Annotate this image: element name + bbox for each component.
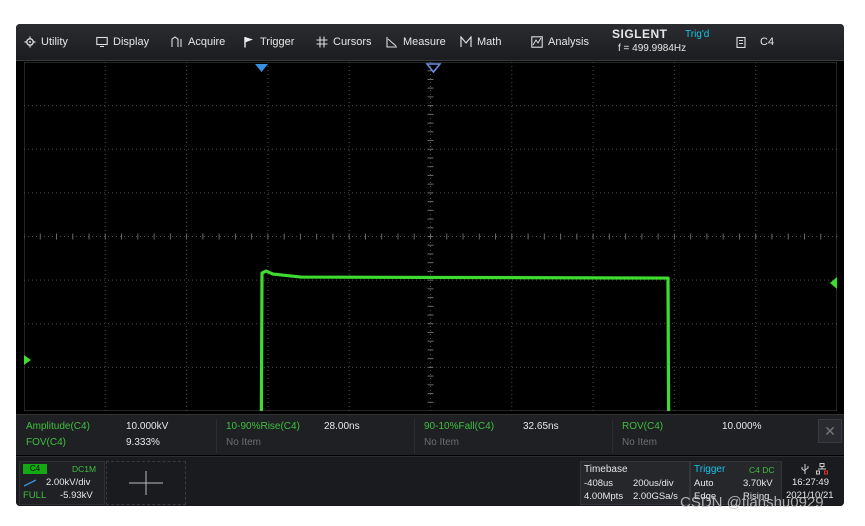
measure-divider (612, 419, 613, 453)
measure-empty-slot[interactable]: No Item (226, 437, 261, 448)
usb-icon (801, 464, 809, 474)
channel-offset: -5.93kV (60, 490, 93, 501)
menu-math-label: Math (477, 36, 502, 48)
channel-bandwidth: FULL (23, 490, 47, 501)
menu-analysis[interactable]: Analysis (531, 24, 589, 60)
timebase-delay: -408us (584, 478, 614, 489)
network-icon (816, 463, 828, 475)
channel-tag[interactable]: C4 (736, 24, 774, 60)
probe-icon (24, 479, 36, 487)
menu-cursors-label: Cursors (333, 36, 372, 48)
measure-amplitude-value: 10.000kV (126, 421, 169, 432)
monitor-icon (96, 36, 108, 48)
frequency-readout: f = 499.9984Hz (618, 43, 687, 54)
channel-add-slot[interactable] (106, 461, 186, 505)
oscilloscope-screen: Utility Display Acquire Trigger Cursors … (16, 24, 844, 506)
menu-acquire-label: Acquire (188, 36, 226, 48)
menu-analysis-label: Analysis (548, 36, 589, 48)
acquire-icon (171, 36, 182, 47)
measure-rov-label: ROV(C4) (622, 421, 664, 432)
close-icon: ✕ (824, 423, 836, 439)
battery-icon (736, 36, 746, 48)
trigger-source: C4 DC (749, 465, 775, 475)
measure-divider (414, 419, 415, 453)
trigger-state: Trig'd (685, 29, 710, 40)
trigger-position-marker[interactable] (255, 64, 268, 72)
measure-amplitude-label: Amplitude(C4) (26, 421, 90, 432)
measure-rov-value: 10.000% (722, 421, 762, 432)
brand-logo: SIGLENT (612, 27, 668, 41)
measure-rise-label: 10-90%Rise(C4) (226, 421, 300, 432)
timebase-scale: 200us/div (633, 478, 674, 489)
timebase-title: Timebase (584, 464, 628, 475)
flag-icon (244, 37, 253, 48)
menu-utility-label: Utility (41, 36, 68, 48)
channel-tag-label: C4 (760, 36, 775, 48)
timebase-sample-rate: 2.00GSa/s (633, 491, 678, 502)
analysis-icon (531, 36, 543, 48)
measure-fall-label: 90-10%Fall(C4) (424, 421, 495, 432)
menu-display[interactable]: Display (96, 24, 149, 60)
measure-divider (216, 419, 217, 453)
clock-time: 16:27:49 (792, 477, 829, 488)
menu-measure[interactable]: Measure (386, 24, 446, 60)
cursor-grid-icon (316, 36, 328, 48)
menu-trigger-label: Trigger (260, 36, 295, 48)
measure-fov-value: 9.333% (126, 437, 160, 448)
measure-empty-slot[interactable]: No Item (424, 437, 459, 448)
channel-name-badge: C4 (23, 464, 47, 474)
watermark: CSDN @tianshu0929 (680, 494, 824, 511)
menu-utility[interactable]: Utility (24, 24, 68, 60)
trigger-level-marker[interactable] (830, 277, 837, 289)
trigger-title: Trigger (694, 464, 726, 475)
channel-level-marker[interactable] (24, 355, 31, 365)
waveform-grid (24, 62, 837, 411)
brand-status: SIGLENT Trig'd f = 499.9984Hz (606, 26, 726, 58)
menu-measure-label: Measure (403, 36, 446, 48)
menu-cursors[interactable]: Cursors (316, 24, 372, 60)
channel-coupling: DC1M (72, 464, 97, 474)
menu-bar: Utility Display Acquire Trigger Cursors … (16, 24, 844, 61)
crosshair-icon (129, 471, 163, 495)
measure-fall-value: 32.65ns (523, 421, 559, 432)
menu-acquire[interactable]: Acquire (171, 24, 225, 60)
measure-rise-value: 28.00ns (324, 421, 360, 432)
channel-scale: 2.00kV/div (46, 477, 91, 488)
trigger-mode: Auto (694, 478, 714, 489)
timebase-box[interactable]: Timebase -408us 200us/div 4.00Mpts 2.00G… (580, 461, 690, 505)
channel-settings-box[interactable]: C4 DC1M 2.00kV/div FULL -5.93kV (19, 461, 105, 505)
trigger-level: 3.70kV (743, 478, 773, 489)
menu-trigger[interactable]: Trigger (243, 24, 294, 60)
timebase-memory: 4.00Mpts (584, 491, 624, 502)
gear-icon (24, 36, 36, 48)
menu-math[interactable]: Math (460, 24, 501, 60)
math-icon (460, 36, 472, 47)
measure-icon (386, 37, 397, 48)
measure-fov-label: FOV(C4) (26, 437, 66, 448)
measurement-panel: Amplitude(C4) 10.000kV 10-90%Rise(C4) 28… (16, 414, 844, 455)
close-measure-button[interactable]: ✕ (818, 419, 842, 443)
menu-display-label: Display (113, 36, 150, 48)
measure-empty-slot[interactable]: No Item (622, 437, 657, 448)
